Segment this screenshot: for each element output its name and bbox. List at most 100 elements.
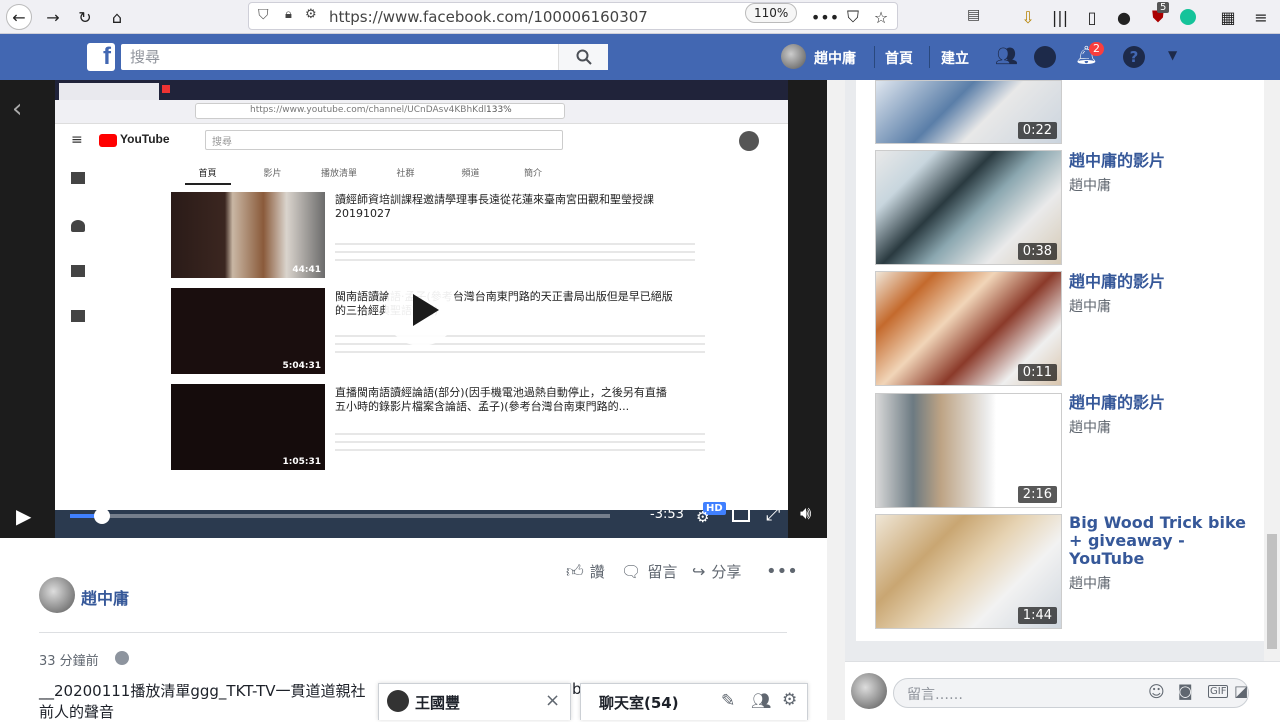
related-video-title[interactable]: 趙中庸的影片: [1069, 394, 1254, 412]
share-icon: ↪: [692, 561, 706, 581]
comment-label: 留言: [647, 562, 678, 581]
inner-video-thumb: 1:05:31: [171, 384, 325, 470]
related-video-author[interactable]: 趙中庸: [1069, 175, 1111, 195]
like-label: 讚: [589, 562, 605, 581]
forward-icon[interactable]: →: [40, 4, 66, 30]
shield-icon: ⛉: [258, 7, 269, 23]
chat-sidebar-tab[interactable]: 聊天室(54) ✎ 👥︎ ⚙: [580, 683, 808, 720]
friends-icon[interactable]: 👥︎: [995, 46, 1018, 67]
inner-url-box: https://www.youtube.com/channel/UCnDAsv4…: [195, 103, 565, 119]
library-icon[interactable]: |||: [1047, 4, 1073, 30]
inner-address-row: https://www.youtube.com/channel/UCnDAsv4…: [55, 100, 788, 124]
post-timestamp[interactable]: 33 分鐘前: [39, 650, 99, 669]
facebook-header: f 趙中庸 首頁 建立 👥︎ 🔔︎ 2 ? ▼: [0, 34, 1280, 80]
author-avatar[interactable]: [39, 577, 75, 613]
chat-settings-icon[interactable]: ⚙: [782, 690, 797, 710]
comment-button[interactable]: 🗨︎ 留言: [621, 560, 677, 582]
inner-video-description: [335, 240, 695, 262]
related-video-thumb[interactable]: 1:44: [875, 514, 1062, 629]
extensions-icon[interactable]: ▦: [1215, 4, 1241, 30]
inner-zoom: 133%: [486, 105, 512, 115]
zoom-badge[interactable]: 110%: [745, 3, 798, 23]
related-video-author[interactable]: 趙中庸: [1069, 296, 1111, 316]
comment-input[interactable]: 留言…… ☺ ◙ GIF ◪: [893, 678, 1249, 708]
bookmark-star-icon[interactable]: ☆: [868, 4, 894, 30]
menu-icon[interactable]: ≡: [1248, 4, 1274, 30]
inner-video-thumb: 5:04:31: [171, 288, 325, 374]
play-button[interactable]: [385, 274, 457, 346]
camera-icon[interactable]: ◙: [1178, 682, 1193, 700]
related-video-thumb[interactable]: 0:22: [875, 80, 1062, 144]
video-player[interactable]: ‹ https://www.youtube.com/channel/UCnDAs…: [0, 80, 827, 538]
reload-icon[interactable]: ↻: [72, 4, 98, 30]
related-video-title[interactable]: 趙中庸的影片: [1069, 152, 1254, 170]
inner-video-description: [335, 430, 705, 456]
emoji-icon[interactable]: ☺: [1148, 682, 1165, 701]
volume-icon[interactable]: 🔊︎: [800, 503, 811, 524]
comment-composer: 留言…… ☺ ◙ GIF ◪: [827, 661, 1280, 720]
permissions-icon[interactable]: ⚙: [305, 7, 317, 22]
search-input[interactable]: [121, 44, 561, 70]
inner-tab-label: 首頁: [198, 169, 217, 179]
more-options-icon[interactable]: •••: [766, 560, 798, 582]
sidebar-icon[interactable]: ▯: [1079, 4, 1105, 30]
chat-room-label: 聊天室(54): [599, 694, 679, 712]
scrollbar-thumb[interactable]: [1267, 534, 1277, 649]
search-box: [121, 44, 608, 70]
inner-search-placeholder: 搜尋: [212, 137, 232, 148]
progress-track[interactable]: [70, 508, 610, 524]
miniplayer-icon[interactable]: [732, 506, 750, 522]
create-link[interactable]: 建立: [941, 48, 969, 68]
gif-icon[interactable]: GIF: [1208, 685, 1229, 698]
video-duration: 0:38: [1017, 243, 1057, 260]
close-icon[interactable]: ×: [545, 690, 560, 711]
video-duration: 2:16: [1017, 486, 1057, 503]
share-button[interactable]: ↪ 分享: [692, 560, 741, 582]
search-button[interactable]: [558, 44, 608, 70]
comment-icon: 🗨︎: [621, 561, 642, 581]
url-text[interactable]: https://www.facebook.com/100006160307892…: [329, 8, 649, 26]
settings-gear-icon[interactable]: ⚙: [696, 508, 709, 526]
like-button[interactable]: 👍︎ 讚: [566, 560, 605, 582]
related-video-author[interactable]: 趙中庸: [1069, 417, 1111, 437]
sticker-icon[interactable]: ◪: [1234, 682, 1248, 700]
chevron-down-icon[interactable]: ▼: [1168, 48, 1177, 62]
play-pause-icon[interactable]: ▶: [16, 504, 31, 528]
chat-avatar: [387, 690, 409, 712]
home-link[interactable]: 首頁: [885, 48, 913, 68]
related-video-author[interactable]: 趙中庸: [1069, 573, 1111, 593]
inner-tab-strip: [55, 80, 788, 100]
related-video-title[interactable]: 趙中庸的影片: [1069, 273, 1254, 291]
page-scrollbar-track[interactable]: [831, 80, 841, 720]
video-frame[interactable]: https://www.youtube.com/channel/UCnDAsv4…: [55, 80, 788, 538]
inner-tab-label: 頻道: [461, 169, 480, 179]
reader-view-icon[interactable]: ▤: [967, 7, 980, 23]
chat-tab[interactable]: 王國豐 ×: [378, 683, 571, 720]
fullscreen-icon[interactable]: ⤢: [766, 504, 780, 525]
related-video-thumb[interactable]: 0:11: [875, 271, 1062, 386]
related-video-thumb[interactable]: 0:38: [875, 150, 1062, 265]
profile-link[interactable]: 趙中庸: [814, 48, 856, 68]
grammarly-icon[interactable]: [1180, 9, 1196, 25]
address-bar[interactable]: ⛉ 🔒︎ ⚙ https://www.facebook.com/10000616…: [248, 2, 980, 30]
avatar[interactable]: [781, 44, 806, 69]
facebook-logo[interactable]: f: [87, 43, 115, 71]
page-scrollbar[interactable]: [827, 80, 845, 720]
related-video-title[interactable]: Big Wood Trick bike + giveaway - YouTube…: [1069, 514, 1254, 568]
author-name[interactable]: 趙中庸: [81, 585, 129, 609]
comment-placeholder: 留言……: [907, 687, 963, 703]
account-icon[interactable]: ●: [1111, 4, 1137, 30]
scrollbar[interactable]: [1264, 80, 1280, 661]
home-icon[interactable]: ⌂: [104, 4, 130, 30]
new-message-icon[interactable]: ✎: [721, 691, 735, 711]
help-icon[interactable]: ?: [1123, 46, 1145, 68]
page-actions-icon[interactable]: •••: [811, 4, 839, 30]
group-icon[interactable]: 👥︎: [751, 691, 771, 710]
inner-avatar: [739, 131, 759, 151]
pocket-icon[interactable]: ⛉: [840, 4, 866, 30]
messenger-icon[interactable]: [1034, 46, 1056, 68]
previous-video-icon[interactable]: ‹: [12, 94, 22, 124]
back-icon[interactable]: ←: [6, 4, 32, 30]
download-icon[interactable]: ⇩: [1015, 4, 1041, 30]
related-video-thumb[interactable]: 2:16: [875, 393, 1062, 508]
